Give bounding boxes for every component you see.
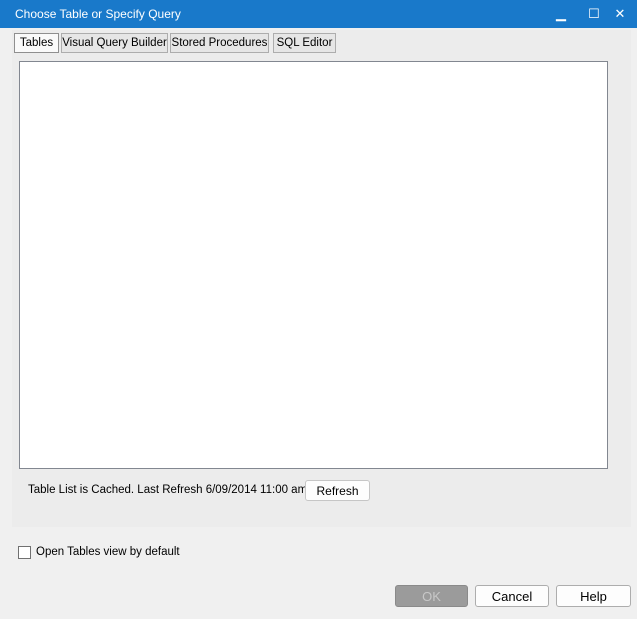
close-icon: ✕ — [614, 6, 626, 21]
help-button[interactable]: Help — [556, 585, 631, 607]
tab-stored-procedures[interactable]: Stored Procedures — [170, 33, 269, 53]
title-bar: Choose Table or Specify Query ▁ ☐ ✕ — [0, 0, 637, 28]
close-button[interactable]: ✕ — [603, 0, 637, 28]
tab-label: Stored Procedures — [171, 37, 268, 49]
cache-status-text: Table List is Cached. Last Refresh 6/09/… — [28, 484, 308, 496]
tab-label: Tables — [19, 37, 54, 49]
tab-sql-editor[interactable]: SQL Editor — [273, 33, 336, 53]
tab-label: Visual Query Builder — [62, 37, 167, 49]
ok-button[interactable]: OK — [395, 585, 468, 607]
window-title: Choose Table or Specify Query — [15, 7, 181, 21]
maximize-icon: ☐ — [588, 6, 600, 21]
minimize-icon: ▁ — [556, 6, 566, 21]
open-tables-default-checkbox[interactable] — [18, 546, 31, 559]
tab-tables[interactable]: Tables — [14, 33, 59, 53]
cancel-button[interactable]: Cancel — [475, 585, 549, 607]
open-tables-default-label: Open Tables view by default — [36, 546, 180, 558]
minimize-button[interactable]: ▁ — [544, 0, 578, 28]
tab-label: SQL Editor — [276, 37, 333, 49]
table-list[interactable] — [19, 61, 608, 469]
refresh-button[interactable]: Refresh — [305, 480, 370, 501]
tab-visual-query-builder[interactable]: Visual Query Builder — [61, 33, 168, 53]
